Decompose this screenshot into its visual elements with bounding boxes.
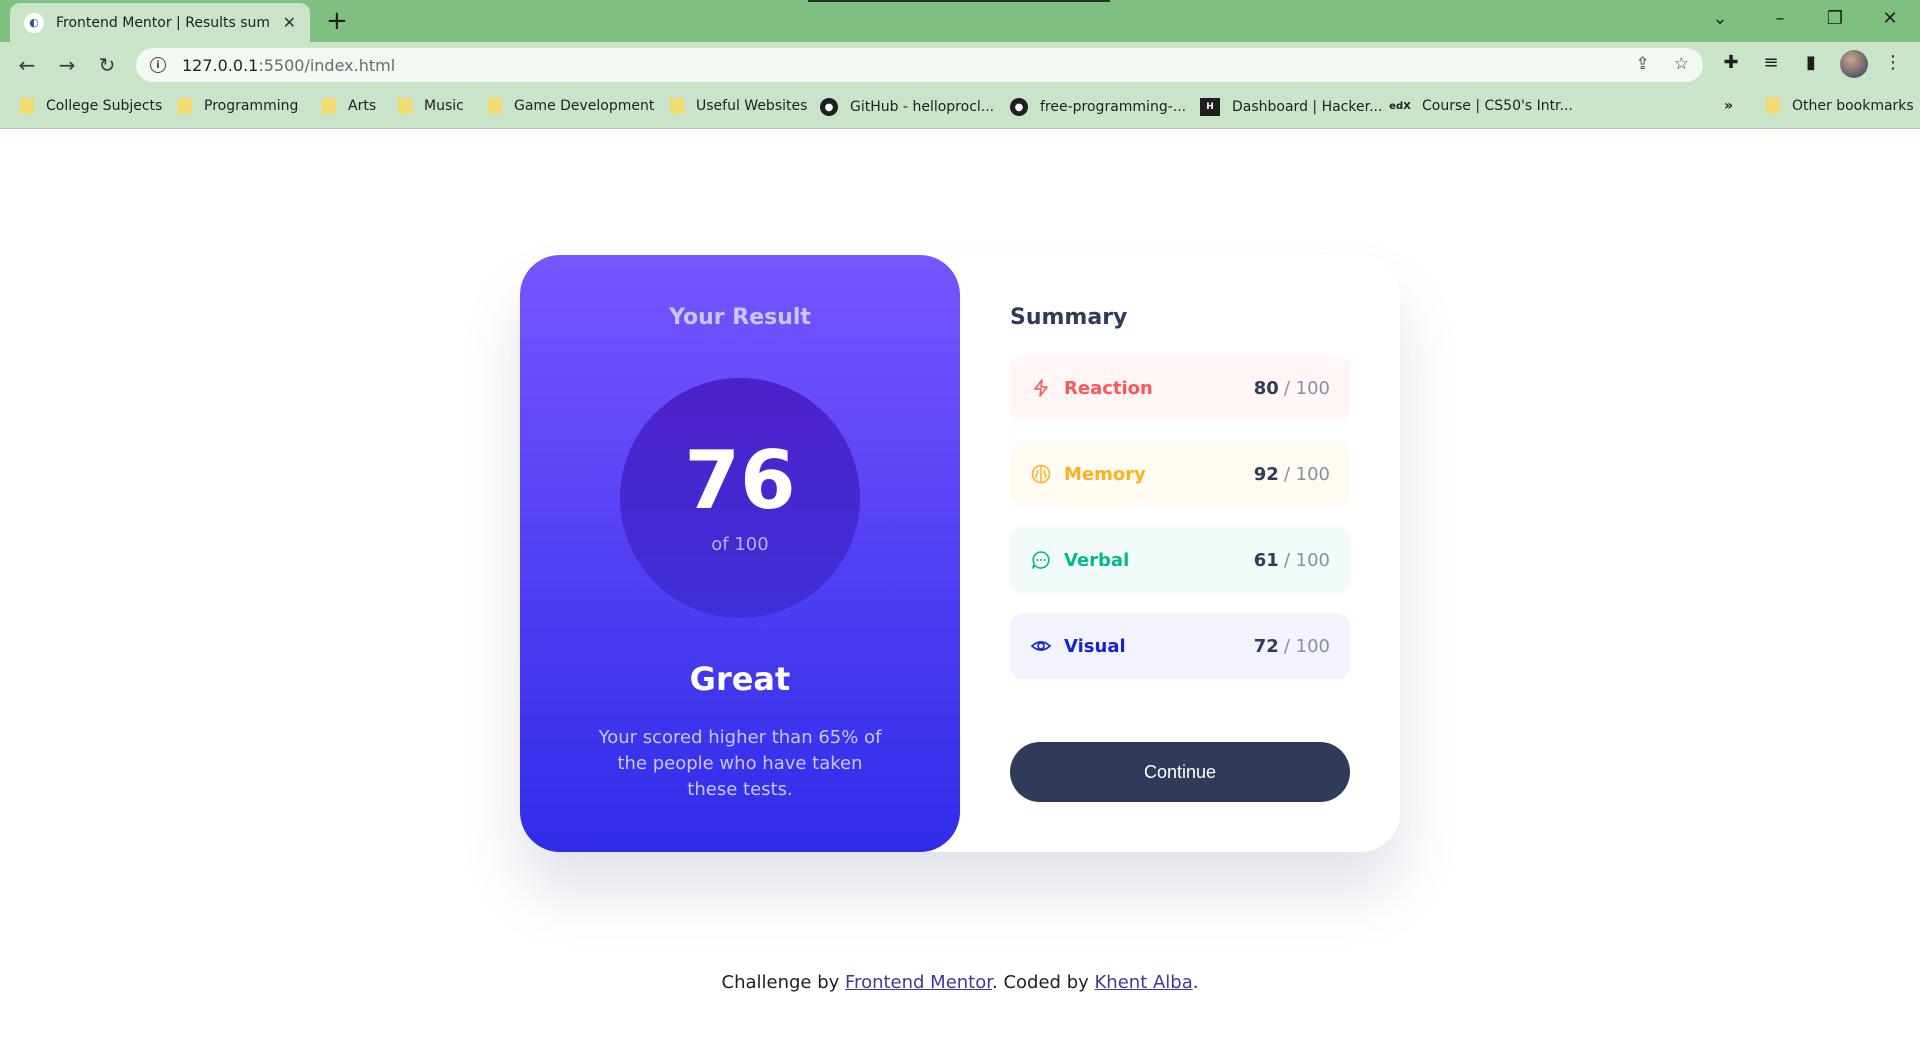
tab-scroll-indicator xyxy=(808,0,1110,2)
side-panel-icon[interactable]: ▮ xyxy=(1798,52,1824,73)
bookmark-programming[interactable]: Programming xyxy=(178,98,298,114)
summary-panel: Summary Reaction 80 / 100 Memory 92 / 10… xyxy=(1010,255,1360,852)
result-heading: Your Result xyxy=(669,305,811,330)
lightning-icon xyxy=(1030,377,1052,399)
browser-tab[interactable]: ◐ Frontend Mentor | Results summ ✕ xyxy=(10,3,310,42)
close-icon[interactable]: ✕ xyxy=(283,13,296,32)
category-label: Memory xyxy=(1064,463,1146,485)
summary-row-reaction: Reaction 80 / 100 xyxy=(1010,355,1350,421)
summary-row-memory: Memory 92 / 100 xyxy=(1010,441,1350,507)
url-path: :5500/index.html xyxy=(258,55,396,75)
bookmark-label: Other bookmarks xyxy=(1792,98,1914,114)
author-link[interactable]: Khent Alba xyxy=(1095,972,1193,993)
category-max: / 100 xyxy=(1283,463,1330,485)
menu-kebab-icon[interactable]: ⋮ xyxy=(1880,52,1906,73)
category-score: 92 xyxy=(1253,463,1279,485)
summary-row-verbal: Verbal 61 / 100 xyxy=(1010,527,1350,593)
bookmark-label: Course | CS50's Intr... xyxy=(1422,98,1573,114)
bookmark-cs50-course[interactable]: edX Course | CS50's Intr... xyxy=(1389,98,1573,114)
frontend-mentor-link[interactable]: Frontend Mentor xyxy=(845,972,992,993)
folder-icon xyxy=(670,98,684,114)
reload-icon[interactable]: ↻ xyxy=(92,50,122,80)
edx-icon: edX xyxy=(1389,100,1411,112)
bookmark-label: Game Development xyxy=(514,98,655,114)
result-description: Your scored higher than 65% of the peopl… xyxy=(598,727,882,800)
score-out-of: of 100 xyxy=(711,534,769,555)
category-score: 80 xyxy=(1253,377,1279,399)
category-label: Reaction xyxy=(1064,377,1153,399)
folder-icon xyxy=(1766,98,1780,114)
category-max: / 100 xyxy=(1283,549,1330,571)
hackerrank-icon: H xyxy=(1200,98,1220,116)
browser-toolbar: ← → ↻ i 127.0.0.1:5500/index.html ⇪ ☆ ✚ … xyxy=(0,42,1920,88)
window-close-icon[interactable]: ✕ xyxy=(1870,8,1910,29)
github-icon: ● xyxy=(1010,98,1028,116)
new-tab-icon[interactable]: + xyxy=(326,6,348,36)
brain-icon xyxy=(1030,463,1052,485)
back-arrow-icon[interactable]: ← xyxy=(12,50,42,80)
bookmark-free-programming[interactable]: ● free-programming-... xyxy=(1010,98,1186,116)
category-label: Visual xyxy=(1064,635,1126,657)
folder-icon xyxy=(488,98,502,114)
minimize-icon[interactable]: – xyxy=(1760,8,1800,29)
restore-icon[interactable]: ❐ xyxy=(1815,8,1855,29)
tab-search-chevron-icon[interactable]: ⌄ xyxy=(1700,8,1740,29)
attribution-middle: . Coded by xyxy=(992,972,1095,993)
results-summary-card: Your Result 76 of 100 Great Your scored … xyxy=(520,255,1400,852)
attribution-suffix: . xyxy=(1192,972,1199,993)
summary-row-visual: Visual 72 / 100 xyxy=(1010,613,1350,679)
github-icon: ● xyxy=(820,98,838,116)
share-icon[interactable]: ⇪ xyxy=(1636,54,1650,74)
rating-label: Great xyxy=(689,660,791,698)
attribution: Challenge by Frontend Mentor. Coded by K… xyxy=(0,972,1920,993)
category-score: 61 xyxy=(1253,549,1279,571)
category-score: 72 xyxy=(1253,635,1279,657)
bookmark-other-bookmarks[interactable]: Other bookmarks xyxy=(1766,98,1914,114)
bookmark-label: Useful Websites xyxy=(696,98,808,114)
bookmark-college-subjects[interactable]: College Subjects xyxy=(20,98,162,114)
chat-bubble-icon xyxy=(1030,549,1052,571)
bookmark-label: free-programming-... xyxy=(1040,99,1187,115)
bookmark-music[interactable]: Music xyxy=(398,98,464,114)
eye-icon xyxy=(1030,635,1052,657)
frontend-mentor-favicon-icon: ◐ xyxy=(24,12,44,33)
bookmark-game-development[interactable]: Game Development xyxy=(488,98,654,114)
tab-strip: ◐ Frontend Mentor | Results summ ✕ + ⌄ –… xyxy=(0,0,1920,42)
folder-icon xyxy=(398,98,412,114)
bookmark-label: Music xyxy=(424,98,464,114)
forward-arrow-icon[interactable]: → xyxy=(52,50,82,80)
tab-title: Frontend Mentor | Results summ xyxy=(56,14,271,31)
bookmark-hackerrank-dashboard[interactable]: H Dashboard | Hacker... xyxy=(1200,98,1382,116)
continue-button[interactable]: Continue xyxy=(1010,742,1350,802)
score-circle: 76 of 100 xyxy=(620,378,860,618)
bookmark-useful-websites[interactable]: Useful Websites xyxy=(670,98,807,114)
extensions-puzzle-icon[interactable]: ✚ xyxy=(1718,52,1744,73)
summary-title: Summary xyxy=(1010,305,1128,330)
media-queue-icon[interactable]: ≡ xyxy=(1758,52,1784,73)
folder-icon xyxy=(20,98,34,114)
category-max: / 100 xyxy=(1283,635,1330,657)
result-panel: Your Result 76 of 100 Great Your scored … xyxy=(520,255,960,852)
bookmark-star-icon[interactable]: ☆ xyxy=(1674,54,1689,74)
bookmarks-bar: College Subjects Programming Arts Music … xyxy=(0,88,1920,129)
profile-avatar[interactable] xyxy=(1840,50,1868,78)
folder-icon xyxy=(178,98,192,114)
bookmark-label: Arts xyxy=(348,98,377,114)
bookmark-label: College Subjects xyxy=(46,98,163,114)
attribution-prefix: Challenge by xyxy=(721,972,846,993)
bookmark-github-helloprocl[interactable]: ● GitHub - helloprocl... xyxy=(820,98,994,116)
score-value: 76 xyxy=(684,434,796,527)
folder-icon xyxy=(322,98,336,114)
more-bookmarks-chevron[interactable]: » xyxy=(1724,98,1733,114)
address-bar[interactable]: i 127.0.0.1:5500/index.html ⇪ ☆ xyxy=(136,48,1703,82)
category-max: / 100 xyxy=(1283,377,1330,399)
category-label: Verbal xyxy=(1064,549,1130,571)
bookmark-label: GitHub - helloprocl... xyxy=(850,99,995,115)
bookmark-label: Programming xyxy=(204,98,299,114)
browser-chrome: ◐ Frontend Mentor | Results summ ✕ + ⌄ –… xyxy=(0,0,1920,129)
bookmark-label: Dashboard | Hacker... xyxy=(1232,99,1383,115)
bookmark-arts[interactable]: Arts xyxy=(322,98,376,114)
site-info-icon[interactable]: i xyxy=(150,57,166,73)
url-host: 127.0.0.1 xyxy=(182,55,259,75)
